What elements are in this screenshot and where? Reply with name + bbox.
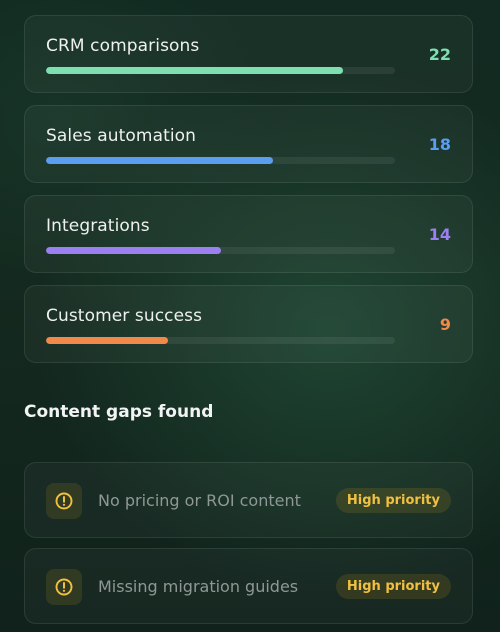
progress-track xyxy=(46,247,395,254)
gap-text: Missing migration guides xyxy=(98,577,299,596)
topic-label: Customer success xyxy=(46,306,203,326)
alert-circle-icon xyxy=(46,483,82,519)
topic-card-integrations[interactable]: Integrations 14 xyxy=(24,195,473,273)
topic-card-customer-success[interactable]: Customer success 9 xyxy=(24,285,473,363)
content-gaps-heading: Content gaps found xyxy=(24,402,214,422)
topic-count: 9 xyxy=(439,315,451,334)
priority-badge: High priority xyxy=(335,488,451,513)
progress-track xyxy=(46,67,395,74)
content-gap-item[interactable]: Missing migration guides High priority xyxy=(24,548,473,624)
topic-count: 14 xyxy=(428,225,451,244)
progress-fill xyxy=(46,247,221,254)
gap-text: No pricing or ROI content xyxy=(98,491,301,510)
alert-circle-icon xyxy=(46,569,82,605)
topic-label: Integrations xyxy=(46,216,150,236)
topic-count: 22 xyxy=(428,45,451,64)
progress-fill xyxy=(46,157,273,164)
topic-label: CRM comparisons xyxy=(46,36,200,56)
priority-badge: High priority xyxy=(335,574,451,599)
topic-card-crm-comparisons[interactable]: CRM comparisons 22 xyxy=(24,15,473,93)
topic-label: Sales automation xyxy=(46,126,197,146)
topic-count: 18 xyxy=(428,135,451,154)
topic-card-sales-automation[interactable]: Sales automation 18 xyxy=(24,105,473,183)
progress-track xyxy=(46,337,395,344)
progress-fill xyxy=(46,67,343,74)
progress-fill xyxy=(46,337,169,344)
progress-track xyxy=(46,157,395,164)
content-gap-item[interactable]: No pricing or ROI content High priority xyxy=(24,462,473,538)
